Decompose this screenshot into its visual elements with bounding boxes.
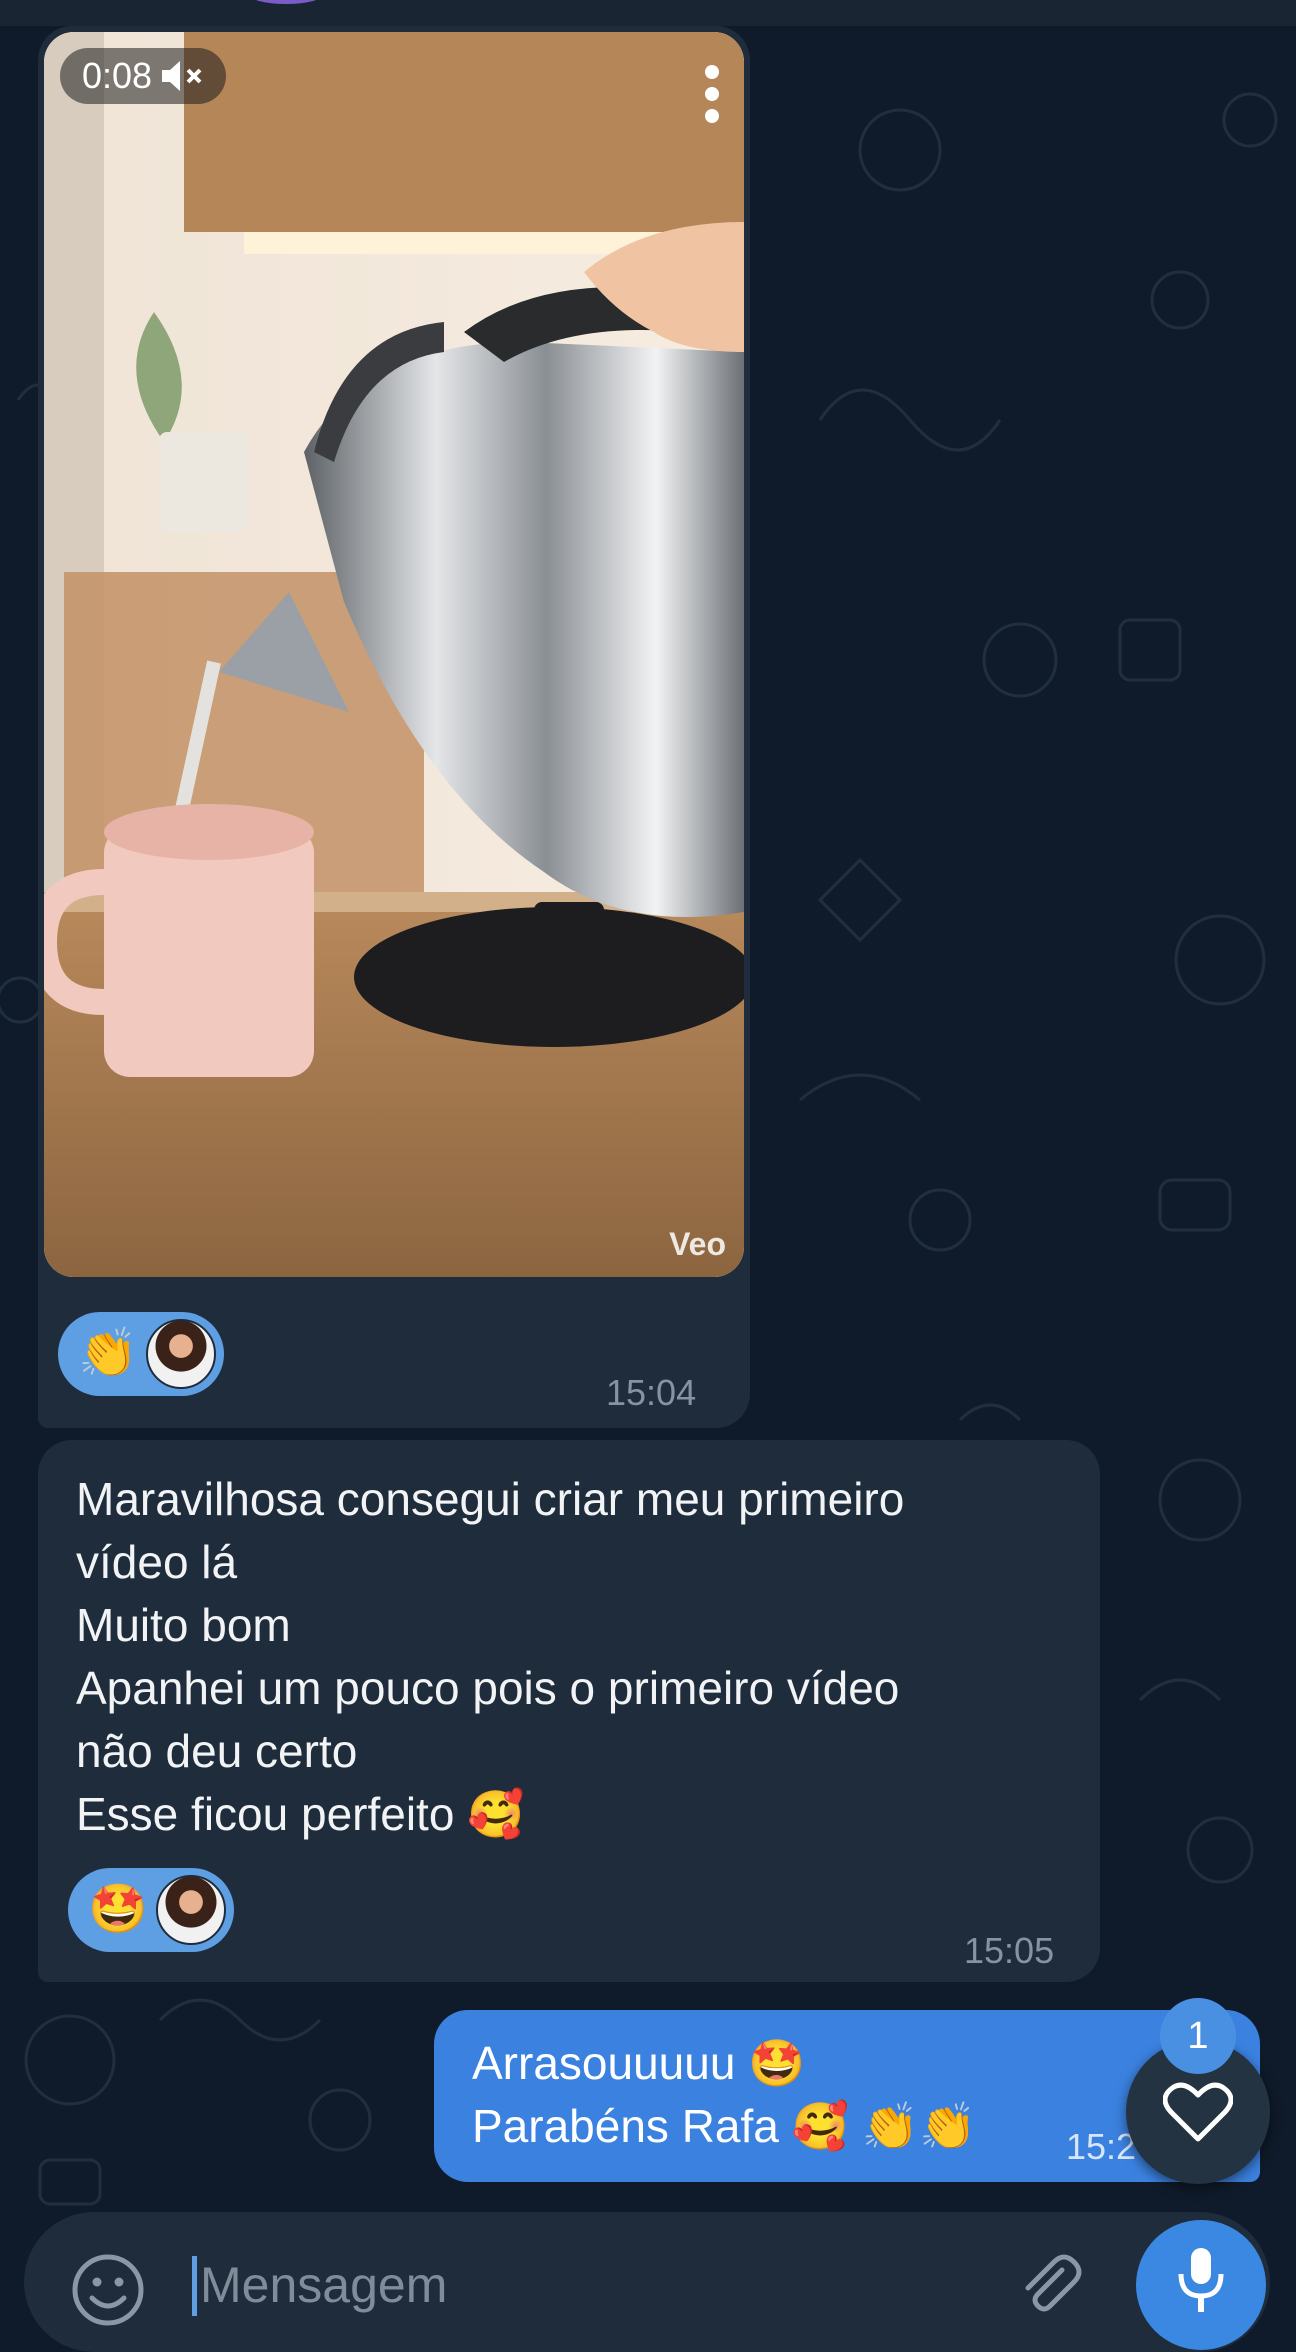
text-line: Apanhei um pouco pois o primeiro vídeo (76, 1662, 900, 1714)
video-duration: 0:08 (82, 55, 153, 96)
microphone-button[interactable] (1136, 2220, 1266, 2350)
text-line: não deu certo (76, 1725, 358, 1777)
star-struck-emoji: 🤩 (88, 1883, 148, 1936)
microphone-icon (1178, 2248, 1224, 2312)
video-message-time: 15:04 (606, 1372, 697, 1413)
text-line: Esse ficou perfeito 🥰 (76, 1788, 525, 1840)
video-duration-pill[interactable]: 0:08 (60, 48, 227, 104)
reaction-count-badge: 1 (1160, 1998, 1236, 2074)
message-input[interactable]: Mensagem (200, 2256, 447, 2314)
video-frame (44, 32, 744, 1277)
outgoing-line: Parabéns Rafa 🥰 👏👏 (472, 2100, 977, 2152)
top-bar-edge (0, 0, 1296, 26)
text-line: Muito bom (76, 1599, 291, 1651)
outgoing-message-time: 15:2 (1066, 2126, 1137, 2167)
top-bar-indicator (250, 0, 322, 4)
text-message-time: 15:05 (964, 1930, 1055, 1971)
mute-icon[interactable] (160, 58, 204, 94)
video-reaction-pill[interactable]: 👏 (58, 1312, 224, 1396)
emoji-icon[interactable] (70, 2252, 146, 2328)
video-watermark: Veo (669, 1226, 726, 1262)
paperclip-icon[interactable] (1014, 2250, 1084, 2320)
text-line: Maravilhosa consegui criar meu primeiro (76, 1473, 905, 1525)
text-cursor (192, 2256, 197, 2316)
video-thumbnail[interactable]: 0:08 Veo (44, 32, 744, 1277)
reactor-avatar (145, 1319, 216, 1389)
text-reaction-pill[interactable]: 🤩 (68, 1868, 234, 1952)
text-line: vídeo lá (76, 1536, 238, 1588)
more-vertical-icon[interactable] (704, 64, 720, 124)
reactor-avatar (155, 1875, 226, 1945)
heart-icon (1163, 2082, 1233, 2142)
outgoing-line: Arrasouuuuu 🤩 (472, 2037, 806, 2089)
clap-emoji: 👏 (78, 1327, 138, 1380)
text-message-body: Maravilhosa consegui criar meu primeiro … (76, 1468, 1076, 1846)
outgoing-message-body: Arrasouuuuu 🤩 Parabéns Rafa 🥰 👏👏 (472, 2032, 976, 2158)
